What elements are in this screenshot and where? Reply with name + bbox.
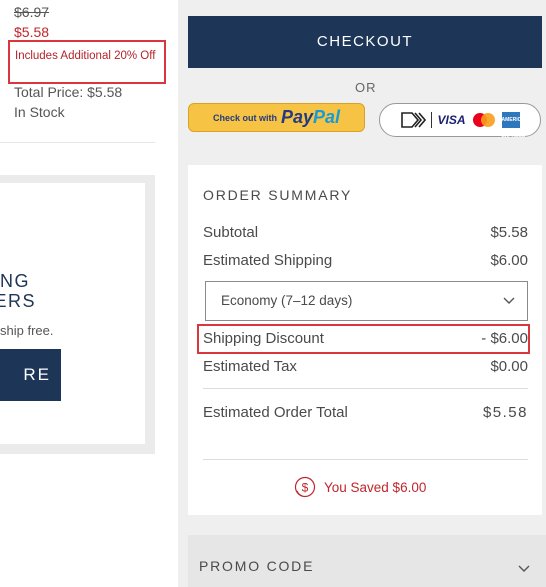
promo-note-text: Includes Additional 20% Off — [15, 50, 156, 62]
chevron-down-icon — [503, 297, 515, 304]
card-reader-icon — [401, 112, 427, 128]
amex-logo-text: AMERICAN EXPRESS — [501, 117, 529, 139]
total-price: Total Price: $5.58 — [14, 84, 123, 100]
shipping-label: Estimated Shipping — [203, 252, 333, 269]
shipping-discount-label: Shipping Discount — [203, 330, 324, 347]
checkout-column: CHECKOUT OR Check out with PayPal VISA A… — [178, 0, 546, 587]
order-total-value: $5.58 — [482, 404, 528, 421]
subtotal-value: $5.58 — [490, 224, 528, 241]
banner-heading-line1: PING — [0, 271, 31, 291]
paypal-logo-pay: Pay — [280, 107, 313, 127]
order-summary: ORDER SUMMARY Subtotal $5.58 Estimated S… — [188, 165, 542, 515]
shipping-discount-value: - $6.00 — [481, 330, 528, 347]
chevron-down-icon — [518, 565, 530, 572]
promo-note-highlight: Includes Additional 20% Off — [8, 40, 166, 84]
visa-icon: VISA — [437, 113, 466, 127]
checkout-button[interactable]: CHECKOUT — [188, 16, 542, 68]
banner-button[interactable]: RE — [0, 349, 61, 401]
paypal-logo-pal: Pal — [313, 107, 341, 127]
paypal-logo: PayPal — [281, 107, 340, 128]
shipping-method-select[interactable]: Economy (7–12 days) — [205, 281, 528, 321]
divider — [0, 142, 155, 143]
shipping-value: $6.00 — [490, 252, 528, 269]
shipping-method-value: Economy (7–12 days) — [221, 293, 353, 308]
savings-row: $ You Saved $6.00 — [294, 476, 426, 498]
sale-price: $5.58 — [14, 24, 50, 40]
original-price: $6.97 — [14, 4, 50, 20]
divider — [203, 388, 528, 389]
amex-icon: AMERICAN EXPRESS — [501, 112, 528, 139]
product-column: $6.97 $5.58 Includes Additional 20% Off … — [0, 0, 178, 587]
or-separator: OR — [355, 80, 377, 95]
promo-code-accordion[interactable]: PROMO CODE — [188, 535, 546, 587]
card-checkout-button[interactable]: VISA AMERICAN EXPRESS — [379, 103, 541, 139]
tax-label: Estimated Tax — [203, 358, 297, 375]
subtotal-label: Subtotal — [203, 224, 259, 241]
paypal-checkout-button[interactable]: Check out with PayPal — [188, 103, 365, 132]
order-summary-title: ORDER SUMMARY — [203, 187, 353, 203]
svg-text:$: $ — [302, 481, 309, 495]
mastercard-icon — [472, 113, 495, 127]
divider — [203, 459, 528, 460]
banner-heading-line2: DERS — [0, 291, 37, 311]
dollar-badge-icon: $ — [294, 476, 316, 498]
paypal-small-label: Check out with — [212, 112, 277, 123]
cards-separator — [431, 112, 433, 128]
banner-subtext: ship free. — [0, 323, 54, 338]
banner-content: PING DERS ship free. RE — [0, 183, 145, 444]
savings-text: You Saved $6.00 — [324, 479, 427, 495]
order-total-label: Estimated Order Total — [203, 404, 348, 421]
free-shipping-banner: PING DERS ship free. RE — [0, 175, 155, 454]
promo-code-label: PROMO CODE — [199, 558, 315, 574]
tax-value: $0.00 — [490, 358, 528, 375]
stock-status: In Stock — [14, 104, 65, 120]
